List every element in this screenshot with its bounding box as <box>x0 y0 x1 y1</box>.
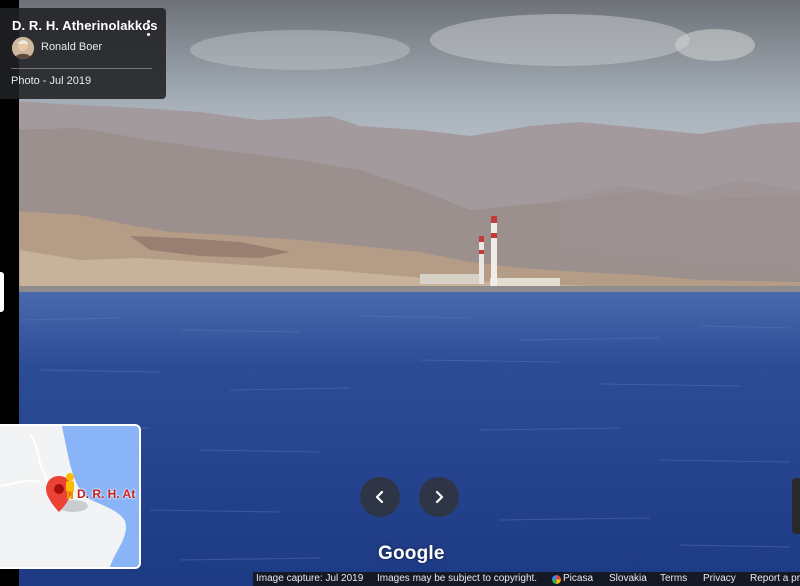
right-panel-toggle[interactable] <box>792 478 800 534</box>
copyright-notice: Images may be subject to copyright. <box>377 573 538 584</box>
terms-link[interactable]: Terms <box>660 573 687 584</box>
author-avatar[interactable] <box>12 37 34 59</box>
more-vert-icon <box>146 19 150 23</box>
chevron-left-icon <box>375 490 384 504</box>
place-info-card: D. R. H. Atherinolakkos Ronald Boer Phot… <box>0 8 166 99</box>
place-title[interactable]: D. R. H. Atherinolakkos <box>12 18 158 33</box>
chevron-right-icon <box>435 490 444 504</box>
minimap-place-label[interactable]: D. R. H. At <box>77 487 135 501</box>
source-link-picasa[interactable]: Picasa <box>563 573 593 584</box>
card-divider <box>11 68 152 69</box>
minimap[interactable]: D. R. H. At <box>0 424 141 569</box>
side-panel-toggle[interactable] <box>0 272 4 312</box>
more-options-button[interactable] <box>140 18 156 38</box>
image-capture-date: Image capture: Jul 2019 <box>256 573 364 584</box>
region-link[interactable]: Slovakia <box>609 573 647 584</box>
photo-date: Photo - Jul 2019 <box>11 75 92 87</box>
footer-bar: Image capture: Jul 2019 Images may be su… <box>253 572 800 586</box>
pegman-icon <box>66 473 74 499</box>
next-photo-button[interactable] <box>419 477 459 517</box>
previous-photo-button[interactable] <box>360 477 400 517</box>
picasa-icon <box>552 575 561 584</box>
author-name[interactable]: Ronald Boer <box>41 41 102 53</box>
report-problem-link[interactable]: Report a problem <box>750 573 800 584</box>
google-logo: Google <box>378 543 445 564</box>
privacy-link[interactable]: Privacy <box>703 573 736 584</box>
